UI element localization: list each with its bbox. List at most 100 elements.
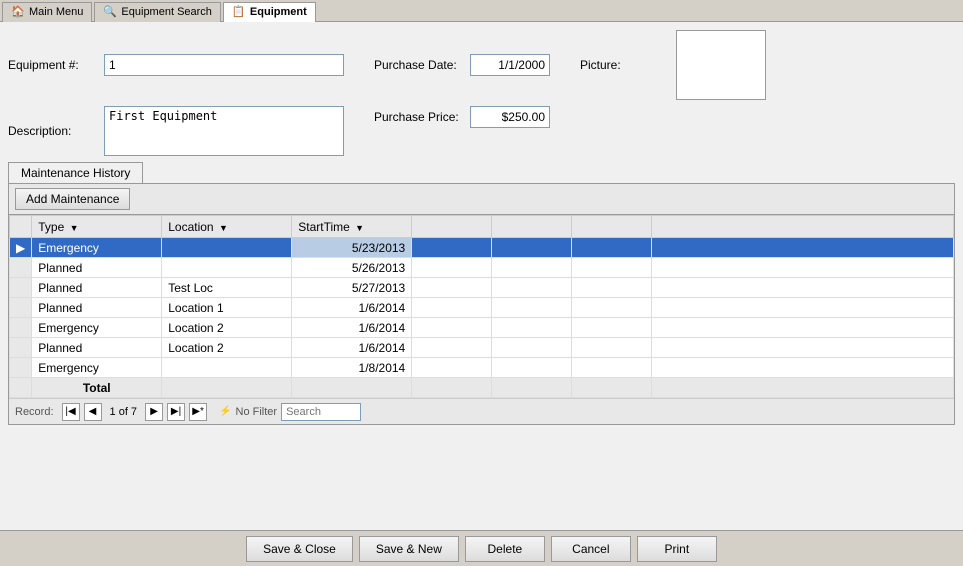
action-bar: Save & Close Save & New Delete Cancel Pr… bbox=[0, 530, 963, 566]
save-new-button[interactable]: Save & New bbox=[359, 536, 459, 562]
nav-first-button[interactable]: |◀ bbox=[62, 403, 80, 421]
cell-extra bbox=[572, 258, 652, 278]
cell-extra bbox=[572, 238, 652, 258]
cell-location bbox=[162, 358, 292, 378]
col-starttime-label: StartTime bbox=[298, 220, 350, 234]
tab-main-menu[interactable]: 🏠 Main Menu bbox=[2, 2, 92, 22]
type-sort-icon: ▼ bbox=[70, 223, 79, 233]
table-row[interactable]: PlannedLocation 11/6/2014 bbox=[10, 298, 954, 318]
delete-button[interactable]: Delete bbox=[465, 536, 545, 562]
col-header-extra2 bbox=[492, 216, 572, 238]
cell-extra bbox=[412, 278, 492, 298]
col-header-extra4 bbox=[652, 216, 954, 238]
total-row-selector bbox=[10, 378, 32, 398]
cell-type: Planned bbox=[32, 278, 162, 298]
row-selector-cell bbox=[10, 298, 32, 318]
cell-extra bbox=[652, 278, 954, 298]
filter-icon: ⚡ bbox=[219, 406, 231, 417]
cell-type: Planned bbox=[32, 298, 162, 318]
cancel-button[interactable]: Cancel bbox=[551, 536, 631, 562]
table-row[interactable]: ▶Emergency5/23/2013 bbox=[10, 238, 954, 258]
equipment-number-row: Equipment #: bbox=[8, 30, 344, 100]
cell-location: Location 1 bbox=[162, 298, 292, 318]
tab-equipment-search[interactable]: 🔍 Equipment Search bbox=[94, 2, 221, 22]
cell-extra bbox=[412, 298, 492, 318]
picture-label-row: Picture: bbox=[580, 30, 766, 100]
cell-extra bbox=[572, 358, 652, 378]
description-input[interactable]: First Equipment bbox=[104, 106, 344, 156]
table-row[interactable]: EmergencyLocation 21/6/2014 bbox=[10, 318, 954, 338]
table-row[interactable]: Planned5/26/2013 bbox=[10, 258, 954, 278]
cell-type: Emergency bbox=[32, 358, 162, 378]
cell-extra bbox=[412, 258, 492, 278]
description-row: Description: First Equipment bbox=[8, 106, 344, 156]
nav-filter: ⚡ No Filter bbox=[219, 406, 277, 418]
cell-extra bbox=[492, 298, 572, 318]
col-header-extra1 bbox=[412, 216, 492, 238]
cell-extra bbox=[652, 358, 954, 378]
tab-equipment-label: Equipment bbox=[250, 6, 307, 18]
nav-next-button[interactable]: ▶ bbox=[145, 403, 163, 421]
save-close-button[interactable]: Save & Close bbox=[246, 536, 353, 562]
purchase-price-label: Purchase Price: bbox=[374, 110, 464, 124]
cell-extra bbox=[492, 258, 572, 278]
cell-starttime: 1/6/2014 bbox=[292, 298, 412, 318]
print-button[interactable]: Print bbox=[637, 536, 717, 562]
row-selector-cell bbox=[10, 258, 32, 278]
cell-starttime: 1/6/2014 bbox=[292, 338, 412, 358]
table-row[interactable]: Emergency 1/8/2014 bbox=[10, 358, 954, 378]
nav-prev-button[interactable]: ◀ bbox=[84, 403, 102, 421]
purchase-date-input[interactable] bbox=[470, 54, 550, 76]
cell-starttime: 1/8/2014 bbox=[292, 358, 412, 378]
search-input[interactable] bbox=[281, 403, 361, 421]
equipment-number-input[interactable] bbox=[104, 54, 344, 76]
cell-starttime: 5/27/2013 bbox=[292, 278, 412, 298]
total-row: Total bbox=[10, 378, 954, 398]
total-extra-cell bbox=[162, 378, 292, 398]
cell-type: Emergency bbox=[32, 318, 162, 338]
tab-equipment[interactable]: 📋 Equipment bbox=[223, 2, 316, 22]
total-label-cell: Total bbox=[32, 378, 162, 398]
cell-location: Test Loc bbox=[162, 278, 292, 298]
row-selector-cell bbox=[10, 318, 32, 338]
cell-extra bbox=[412, 358, 492, 378]
col-header-location[interactable]: Location ▼ bbox=[162, 216, 292, 238]
add-maintenance-button[interactable]: Add Maintenance bbox=[15, 188, 130, 210]
maintenance-history-tab-label: Maintenance History bbox=[21, 166, 130, 180]
table-row[interactable]: PlannedTest Loc5/27/2013 bbox=[10, 278, 954, 298]
cell-starttime: 5/23/2013 bbox=[292, 238, 412, 258]
row-selector-cell bbox=[10, 358, 32, 378]
purchase-price-row: Purchase Price: bbox=[374, 106, 550, 128]
cell-extra bbox=[412, 338, 492, 358]
purchase-price-input[interactable] bbox=[470, 106, 550, 128]
cell-extra bbox=[572, 298, 652, 318]
record-label: Record: bbox=[15, 406, 54, 418]
nav-last-button[interactable]: ▶| bbox=[167, 403, 185, 421]
cell-extra bbox=[652, 338, 954, 358]
equipment-number-label: Equipment #: bbox=[8, 58, 98, 72]
cell-extra bbox=[652, 258, 954, 278]
cell-extra bbox=[652, 298, 954, 318]
picture-label: Picture: bbox=[580, 58, 670, 72]
total-extra-cell bbox=[492, 378, 572, 398]
purchase-date-row: Purchase Date: bbox=[374, 30, 550, 100]
col-header-type[interactable]: Type ▼ bbox=[32, 216, 162, 238]
cell-extra bbox=[652, 238, 954, 258]
col-header-starttime[interactable]: StartTime ▼ bbox=[292, 216, 412, 238]
nav-new-button[interactable]: ▶* bbox=[189, 403, 207, 421]
tab-bar: 🏠 Main Menu 🔍 Equipment Search 📋 Equipme… bbox=[0, 0, 963, 22]
total-extra-cell bbox=[572, 378, 652, 398]
table-row[interactable]: PlannedLocation 21/6/2014 bbox=[10, 338, 954, 358]
cell-extra bbox=[572, 278, 652, 298]
picture-box bbox=[676, 30, 766, 100]
grid-header-row: Type ▼ Location ▼ StartTime ▼ bbox=[10, 216, 954, 238]
equipment-search-icon: 🔍 bbox=[103, 5, 117, 19]
main-content: Equipment #: Purchase Date: Picture: Des… bbox=[0, 22, 963, 530]
row-selector-header bbox=[10, 216, 32, 238]
cell-extra bbox=[492, 338, 572, 358]
cell-type: Planned bbox=[32, 258, 162, 278]
total-extra-cell bbox=[292, 378, 412, 398]
nav-bar: Record: |◀ ◀ 1 of 7 ▶ ▶| ▶* ⚡ No Filter bbox=[9, 398, 954, 424]
tab-maintenance-history[interactable]: Maintenance History bbox=[8, 162, 143, 183]
total-extra-cell bbox=[652, 378, 954, 398]
